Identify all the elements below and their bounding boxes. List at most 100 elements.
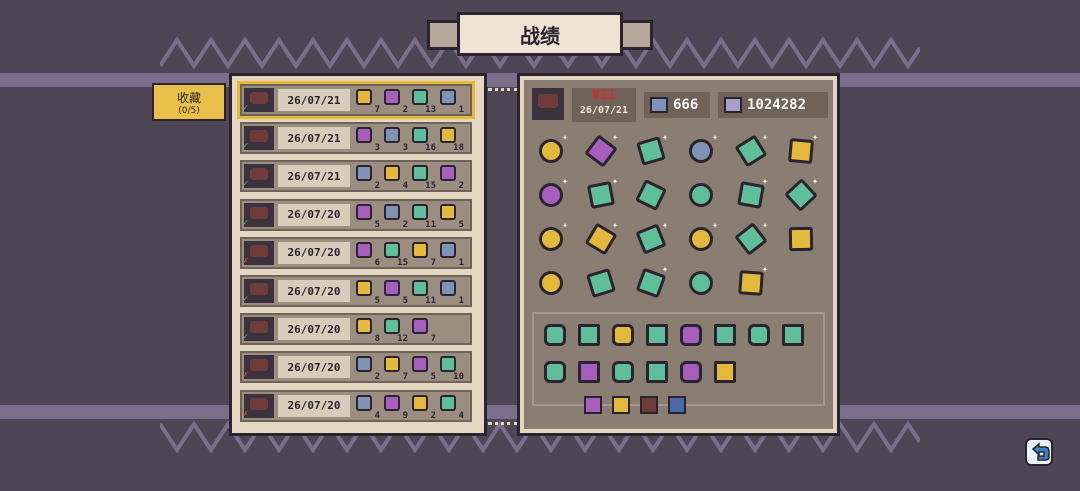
run-stat-count: 3 — [402, 143, 408, 154]
music-note-icon[interactable]: ✦ — [784, 132, 818, 168]
run-stat-count: 5 — [374, 219, 380, 230]
blue-item-icon — [440, 241, 456, 258]
run-history-panel: ✓ 26/07/21 7 2 13 1 ✓ 26/07/21 3 3 16 18 ✓ 26/07/21 2 4… — [229, 73, 487, 436]
run-stat: 2 — [384, 89, 408, 115]
run-row[interactable]: ✓ 26/07/21 2 4 15 2 — [240, 160, 472, 193]
gold-star-icon[interactable] — [784, 222, 818, 256]
run-row[interactable]: ✗ 26/07/20 2 7 5 10 — [240, 351, 472, 384]
back-button[interactable] — [1024, 437, 1054, 467]
upgrade-star-icon: ✦ — [561, 220, 568, 231]
gold-ring-icon[interactable] — [534, 266, 568, 300]
green-beast-icon[interactable] — [584, 266, 618, 300]
upgrade-star-icon: ✦ — [611, 176, 618, 187]
skill-purple-3-icon-shape — [680, 361, 702, 383]
run-date: 26/07/20 — [278, 280, 350, 302]
green-bomb-icon[interactable]: ✦ — [634, 264, 668, 300]
run-stat: 5 — [356, 280, 380, 306]
page-title: 战绩 — [457, 12, 623, 56]
green-pot-icon[interactable] — [634, 178, 668, 212]
check-icon: ✓ — [243, 217, 249, 228]
skill-purple-1-icon[interactable] — [678, 322, 704, 348]
run-row[interactable]: ✓ 26/07/20 8 12 7 — [240, 313, 472, 346]
skill-green-7-icon[interactable] — [542, 359, 568, 385]
purple-item-icon — [440, 165, 456, 182]
character-avatar — [532, 88, 564, 120]
run-stats: 7 2 13 1 — [356, 89, 464, 115]
skill-green-6-icon[interactable] — [780, 322, 806, 348]
run-stat-count: 2 — [374, 372, 380, 383]
purple-staff-icon[interactable]: ✦ — [534, 176, 568, 212]
floppy-icon[interactable] — [612, 396, 630, 414]
skill-purple-3-icon[interactable] — [678, 359, 704, 385]
blue-item-icon — [384, 127, 400, 144]
run-stat: 16 — [412, 127, 436, 153]
green-item-icon — [384, 318, 400, 335]
green-axe-icon[interactable]: ✦ — [584, 176, 618, 212]
gold-orb-icon[interactable]: ✦ — [534, 132, 568, 168]
run-row[interactable]: ✗ 26/07/20 4 9 2 4 — [240, 389, 472, 422]
run-row[interactable]: ✗ 26/07/20 6 15 7 1 — [240, 236, 472, 269]
run-stat-count: 5 — [374, 296, 380, 306]
run-row[interactable]: ✓ 26/07/21 3 3 16 18 — [240, 122, 472, 155]
skill-green-3-icon[interactable] — [644, 322, 670, 348]
lightning-icon[interactable]: ✦ — [784, 176, 818, 212]
skill-green-1-icon[interactable] — [542, 322, 568, 348]
green-sword-icon[interactable] — [684, 266, 718, 300]
run-stat-count: 12 — [397, 334, 408, 345]
green-spear-icon[interactable] — [684, 178, 718, 212]
version-text: V11 — [592, 88, 616, 103]
purple-gem-icon[interactable] — [584, 396, 602, 414]
green-blade-icon-shape — [737, 181, 765, 209]
upgrade-star-icon: ✦ — [711, 220, 718, 231]
green-spear-icon-shape — [684, 178, 718, 212]
stat-box-1: 666 — [644, 92, 710, 118]
creature-icon[interactable] — [668, 396, 686, 414]
favorites-button[interactable]: 收藏 (0/5) — [152, 83, 226, 121]
skill-gold-2-icon[interactable] — [712, 359, 738, 385]
run-stat: 5 — [384, 280, 408, 306]
gold-item-icon — [384, 165, 400, 182]
skill-gold-1-icon[interactable] — [610, 322, 636, 348]
run-stat: 2 — [356, 356, 380, 383]
skill-green-4-icon[interactable] — [712, 322, 738, 348]
check-icon: ✓ — [243, 103, 249, 113]
run-row[interactable]: ✓ 26/07/21 7 2 13 1 — [237, 81, 475, 119]
purple-sword-icon[interactable]: ✦ — [584, 132, 618, 168]
run-row[interactable]: ✓ 26/07/20 5 5 11 1 — [240, 275, 472, 307]
skill-green-2-icon[interactable] — [576, 322, 602, 348]
run-date: 26/07/21 — [278, 127, 350, 150]
connector-bottom — [488, 422, 518, 425]
skill-green-9-icon[interactable] — [644, 359, 670, 385]
silver-hammer-icon[interactable]: ✦ — [684, 132, 718, 168]
gold-torch-icon[interactable]: ✦ — [584, 220, 618, 256]
skill-green-8-icon[interactable] — [610, 359, 636, 385]
green-wand-icon[interactable]: ✦ — [634, 220, 668, 256]
purple-item-icon — [356, 203, 372, 220]
green-item-icon — [384, 241, 400, 258]
gold-scroll-icon[interactable]: ✦ — [534, 220, 568, 256]
upgrade-star-icon: ✦ — [611, 220, 618, 231]
run-stat-count: 4 — [402, 181, 408, 192]
run-stat-count: 15 — [397, 257, 408, 268]
check-icon: ✓ — [243, 332, 249, 343]
green-pot-icon-shape — [634, 178, 668, 212]
upgrade-star-icon: ✦ — [811, 132, 818, 143]
green-blade-icon[interactable]: ✦ — [734, 176, 768, 212]
green-orb-icon[interactable]: ✦ — [734, 132, 768, 168]
skill-green-5-icon[interactable] — [746, 322, 772, 348]
stat2-icon — [724, 97, 742, 113]
upgrade-star-icon: ✦ — [611, 132, 618, 143]
gold-lamp-icon[interactable]: ✦ — [734, 264, 768, 300]
run-stat-count: 15 — [425, 181, 436, 192]
run-row[interactable]: ✓ 26/07/20 5 2 11 5 — [240, 198, 472, 231]
green-claw-icon[interactable]: ✦ — [734, 220, 768, 256]
gold-torch-icon[interactable]: ✦ — [684, 220, 718, 256]
portrait-icon[interactable] — [640, 396, 658, 414]
run-stat: 7 — [384, 356, 408, 382]
run-stats: 4 9 2 4 — [356, 394, 464, 421]
green-dagger-icon[interactable]: ✦ — [634, 132, 668, 168]
cross-icon: ✗ — [243, 370, 249, 381]
run-stat: 1 — [440, 89, 464, 115]
run-stat: 18 — [440, 127, 464, 153]
skill-purple-2-icon[interactable] — [576, 359, 602, 385]
